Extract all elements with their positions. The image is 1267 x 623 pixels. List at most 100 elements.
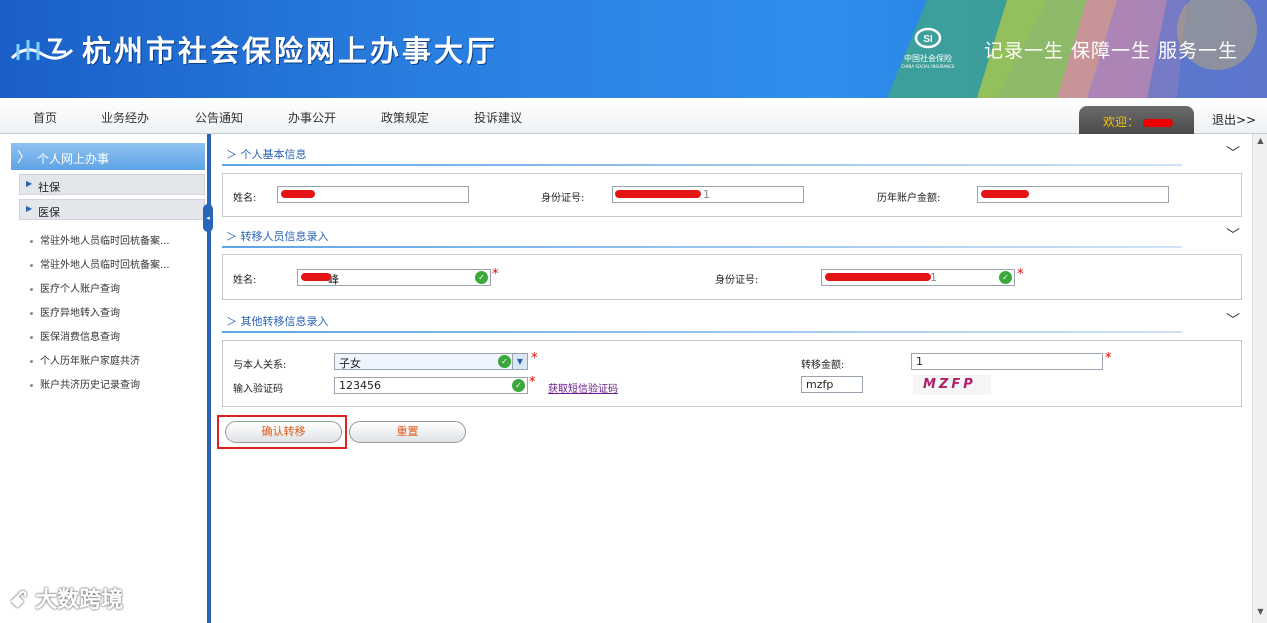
- chevron-down-icon[interactable]: ▼: [512, 354, 527, 369]
- bullet-icon: [30, 335, 33, 339]
- si-logo-en: CHINA SOCIAL INSURANCE: [901, 64, 955, 69]
- sms-code-label: 输入验证码: [233, 384, 283, 395]
- sidebar-link-label: 常驻外地人员临时回杭备案...: [40, 236, 170, 247]
- section-title: ＞ 个人基本信息: [226, 148, 307, 161]
- nav-public-affairs[interactable]: 办事公开: [288, 109, 336, 126]
- chevron-down-icon[interactable]: ﹀: [1226, 225, 1240, 245]
- redacted-transfer-id: [825, 273, 931, 281]
- section-basic-header: ＞ 个人基本信息 ﹀: [222, 140, 1252, 166]
- sidebar-link[interactable]: 医疗异地转入查询: [30, 304, 120, 319]
- relation-value: 子女: [339, 357, 361, 370]
- svg-text:SI: SI: [923, 34, 933, 45]
- bullet-icon: [30, 359, 33, 363]
- relation-label: 与本人关系:: [233, 360, 287, 371]
- sidebar-link[interactable]: 常驻外地人员临时回杭备案...: [30, 232, 170, 247]
- transfer-id-label: 身份证号:: [715, 275, 759, 286]
- sidebar: 〉 个人网上办事 ▶ 社保 ▶ 医保 常驻外地人员临时回杭备案... 常驻外地人…: [0, 134, 213, 623]
- sidebar-link-label: 医疗个人账户查询: [40, 284, 120, 295]
- sidebar-link[interactable]: 个人历年账户家庭共济: [30, 352, 140, 367]
- sidebar-head[interactable]: 〉 个人网上办事: [11, 143, 205, 170]
- section-basic-panel: 姓名: 身份证号: 1 历年账户金额:: [222, 173, 1242, 217]
- sidebar-link-label: 账户共济历史记录查询: [40, 380, 140, 391]
- redacted-transfer-name: [301, 273, 331, 281]
- logout-link[interactable]: 退出>>: [1212, 111, 1256, 128]
- sidebar-link[interactable]: 医保消费信息查询: [30, 328, 120, 343]
- section-transfer-header: ＞ 转移人员信息录入 ﹀: [222, 222, 1252, 248]
- nav-policies[interactable]: 政策规定: [381, 109, 429, 126]
- section-title: ＞ 其他转移信息录入: [226, 315, 329, 328]
- check-valid-icon: ✓: [512, 379, 525, 392]
- transfer-id-tail: 1: [930, 271, 937, 284]
- site-logo-icon: [10, 38, 74, 60]
- slogan: 记录一生 保障一生 服务一生: [984, 40, 1239, 62]
- redacted-username: [1143, 118, 1174, 127]
- sidebar-head-label: 个人网上办事: [37, 152, 110, 166]
- check-valid-icon: ✓: [475, 271, 488, 284]
- scroll-down-icon[interactable]: ▼: [1253, 607, 1267, 621]
- sidebar-link-label: 医疗异地转入查询: [40, 308, 120, 319]
- captcha-image[interactable]: MZFP: [913, 375, 991, 395]
- sidebar-link[interactable]: 账户共济历史记录查询: [30, 376, 140, 391]
- site-title: 杭州市社会保险网上办事大厅: [82, 34, 499, 68]
- sidebar-link[interactable]: 医疗个人账户查询: [30, 280, 120, 295]
- amount-label: 转移金额:: [801, 360, 845, 371]
- amount-value: 1: [916, 355, 923, 368]
- sidebar-link[interactable]: 常驻外地人员临时回杭备案...: [30, 256, 170, 271]
- section-underline: [222, 246, 1182, 248]
- required-mark: *: [531, 351, 538, 366]
- chevron-right-icon: 〉: [17, 150, 31, 166]
- sms-code-value: 123456: [339, 379, 381, 392]
- chevron-down-icon[interactable]: ﹀: [1226, 310, 1240, 330]
- main-content: ＞ 个人基本信息 ﹀ 姓名: 身份证号: 1 历年账户金额: ＞ 转移人员信息录…: [212, 134, 1252, 623]
- required-mark: *: [1017, 267, 1024, 282]
- vertical-scrollbar[interactable]: ▲ ▼: [1252, 134, 1267, 623]
- redacted-balance: [981, 190, 1029, 198]
- section-title: ＞ 转移人员信息录入: [226, 230, 329, 243]
- bullet-icon: [30, 287, 33, 291]
- section-other-header: ＞ 其他转移信息录入 ﹀: [222, 307, 1252, 333]
- id-label: 身份证号:: [541, 193, 585, 204]
- balance-label: 历年账户金额:: [877, 193, 941, 204]
- nav-home[interactable]: 首页: [33, 109, 57, 126]
- amount-input[interactable]: 1: [911, 353, 1103, 370]
- sidebar-group-social[interactable]: ▶ 社保: [19, 174, 205, 195]
- captcha-input[interactable]: mzfp: [801, 376, 863, 393]
- sidebar-group-label: 医保: [38, 206, 60, 219]
- section-underline: [222, 164, 1182, 166]
- triangle-right-icon: ▶: [26, 204, 33, 213]
- nav-complaints[interactable]: 投诉建议: [474, 109, 522, 126]
- watermark-text: 大数跨境: [35, 588, 124, 613]
- nav-notices[interactable]: 公告通知: [195, 109, 243, 126]
- captcha-input-value: mzfp: [806, 378, 834, 391]
- watermark: ꗃ 大数跨境: [10, 582, 123, 614]
- name-label: 姓名:: [233, 193, 257, 204]
- top-nav: 首页 业务经办 公告通知 办事公开 政策规定 投诉建议 欢迎： 退出>>: [0, 98, 1267, 134]
- sms-code-input[interactable]: 123456: [334, 377, 528, 394]
- reset-button[interactable]: 重置: [349, 421, 466, 443]
- get-sms-code-link[interactable]: 获取短信验证码: [548, 380, 618, 395]
- bullet-icon: [30, 239, 33, 243]
- welcome-tab: 欢迎：: [1079, 106, 1194, 134]
- nav-business[interactable]: 业务经办: [101, 109, 149, 126]
- section-underline: [222, 331, 1182, 333]
- scroll-up-icon[interactable]: ▲: [1253, 136, 1267, 150]
- section-transfer-panel: 姓名: 峰 ✓ * 身份证号: 1 ✓ *: [222, 254, 1242, 300]
- sidebar-group-medical[interactable]: ▶ 医保: [19, 199, 205, 220]
- sidebar-group-label: 社保: [38, 181, 60, 194]
- header-banner: 杭州市社会保险网上办事大厅 SI 中国社会保险 CHINA SOCIAL INS…: [0, 0, 1267, 98]
- triangle-right-icon: ▶: [26, 179, 33, 188]
- section-other-panel: 与本人关系: 子女 ✓ ▼ * 转移金额: 1 * 输入验证码 123456 ✓…: [222, 340, 1242, 407]
- bullet-icon: [30, 311, 33, 315]
- confirm-transfer-button[interactable]: 确认转移: [225, 421, 342, 443]
- check-valid-icon: ✓: [999, 271, 1012, 284]
- check-valid-icon: ✓: [498, 355, 511, 368]
- redacted-id: [615, 190, 701, 198]
- required-mark: *: [492, 267, 499, 282]
- chevron-down-icon[interactable]: ﹀: [1226, 143, 1240, 163]
- sidebar-link-label: 常驻外地人员临时回杭备案...: [40, 260, 170, 271]
- required-mark: *: [529, 375, 536, 390]
- sidebar-link-label: 医保消费信息查询: [40, 332, 120, 343]
- watermark-logo-icon: ꗃ: [10, 588, 28, 613]
- id-tail: 1: [703, 188, 710, 201]
- welcome-label: 欢迎：: [1103, 115, 1140, 129]
